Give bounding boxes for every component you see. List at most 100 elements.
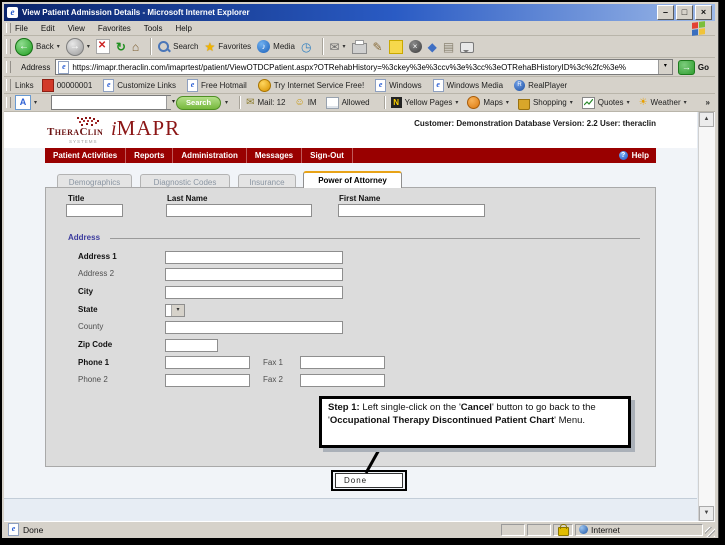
maps-label: Maps	[483, 98, 503, 107]
menu-view[interactable]: View	[68, 24, 85, 33]
search-dropdown-icon[interactable]: ▾	[225, 99, 228, 106]
back-button[interactable]: ← Back ▾	[15, 38, 60, 56]
address-dropdown-button[interactable]: ▾	[658, 60, 672, 74]
county-input[interactable]	[165, 321, 343, 334]
toolbar-grip[interactable]	[6, 39, 11, 54]
toolbar-grip[interactable]	[6, 97, 11, 109]
companion-search-box[interactable]: ▾	[51, 95, 171, 110]
link-patient-id[interactable]: 00000001	[42, 79, 93, 92]
notes-icon	[389, 40, 403, 54]
mail-button[interactable]: ✉ ▾	[329, 41, 345, 53]
menu-file[interactable]: File	[15, 24, 28, 33]
menu-favorites[interactable]: Favorites	[98, 24, 131, 33]
dropdown-icon[interactable]: ▾	[684, 99, 687, 106]
close-button[interactable]: ×	[695, 5, 712, 20]
address1-input[interactable]	[165, 251, 343, 264]
nav-patient-activities[interactable]: Patient Activities	[45, 148, 126, 163]
history-button[interactable]: ◷	[301, 41, 311, 53]
logo-sub: SYSTEMS	[69, 139, 98, 144]
dropdown-icon[interactable]: ▾	[455, 99, 458, 106]
im-button[interactable]: ☺ IM	[294, 97, 316, 109]
msn-button[interactable]: ◆	[428, 41, 437, 53]
fax1-input[interactable]	[300, 356, 385, 369]
nav-messages[interactable]: Messages	[247, 148, 302, 163]
link-try-internet-service[interactable]: Try Internet Service Free!	[258, 79, 364, 92]
zip-input[interactable]	[165, 339, 218, 352]
quotes-button[interactable]: Quotes ▾	[582, 97, 630, 109]
stop-button[interactable]: ✕	[96, 39, 110, 54]
shopping-button[interactable]: Shopping ▾	[518, 96, 573, 110]
menu-edit[interactable]: Edit	[41, 24, 55, 33]
tab-demographics[interactable]: Demographics	[57, 174, 132, 188]
resize-grip[interactable]	[705, 527, 715, 537]
city-input[interactable]	[165, 286, 343, 299]
nav-sign-out[interactable]: Sign-Out	[302, 148, 353, 163]
link-customize-links[interactable]: e Customize Links	[103, 79, 176, 92]
state-select[interactable]: ▾	[165, 304, 185, 317]
menu-help[interactable]: Help	[175, 24, 191, 33]
media-button[interactable]: ♪ Media	[257, 40, 295, 53]
link-realplayer[interactable]: R RealPlayer	[514, 80, 567, 91]
nav-reports[interactable]: Reports	[126, 148, 173, 163]
toolbar-overflow-chevrons[interactable]: »	[706, 98, 710, 107]
yellow-pages-button[interactable]: N Yellow Pages ▾	[391, 97, 459, 108]
minimize-button[interactable]: –	[657, 5, 674, 20]
notes-button[interactable]	[389, 40, 403, 54]
phone1-input[interactable]	[165, 356, 250, 369]
refresh-button[interactable]: ↻	[116, 41, 126, 53]
companion-search-input[interactable]	[52, 96, 166, 109]
scroll-up-button[interactable]: ▲	[699, 112, 714, 127]
font-size-button[interactable]: A ▾	[15, 95, 37, 110]
first-name-input[interactable]	[338, 204, 485, 217]
fax2-input[interactable]	[300, 374, 385, 387]
tab-diagnostic-codes[interactable]: Diagnostic Codes	[140, 174, 230, 188]
toolbar-grip[interactable]	[6, 23, 11, 33]
msn-icon: ◆	[428, 41, 437, 53]
scroll-down-button[interactable]: ▼	[699, 506, 714, 521]
help-button[interactable]: ? Help	[619, 151, 656, 160]
dropdown-icon[interactable]: ▾	[506, 99, 509, 106]
tab-insurance[interactable]: Insurance	[238, 174, 296, 188]
vertical-scrollbar[interactable]: ▲ ▼	[698, 112, 715, 521]
go-button[interactable]: → Go	[678, 60, 709, 75]
link-windows[interactable]: e Windows	[375, 79, 421, 92]
phone2-input[interactable]	[165, 374, 250, 387]
dropdown-icon[interactable]: ▾	[570, 99, 573, 106]
address-input[interactable]: e https://imapr.theraclin.com/imaprtest/…	[55, 59, 673, 75]
imapr-rest: MAPR	[117, 116, 181, 140]
link-free-hotmail[interactable]: e Free Hotmail	[187, 79, 247, 92]
dropdown-icon[interactable]: ▾	[627, 99, 630, 106]
title-input[interactable]	[66, 204, 123, 217]
discuss-button[interactable]	[460, 41, 474, 53]
last-name-input[interactable]	[166, 204, 312, 217]
maps-button[interactable]: Maps ▾	[467, 96, 509, 109]
back-dropdown-icon[interactable]: ▾	[57, 43, 60, 50]
companion-search-button[interactable]: Search	[176, 96, 221, 110]
toolbar-grip[interactable]	[6, 79, 11, 90]
print-button[interactable]	[352, 40, 367, 54]
address2-input[interactable]	[165, 268, 343, 281]
nav-administration[interactable]: Administration	[173, 148, 246, 163]
search-label: Search	[173, 42, 198, 51]
dropdown-icon[interactable]: ▾	[34, 99, 37, 106]
messenger-button[interactable]: ×	[409, 40, 422, 53]
link-windows-media[interactable]: e Windows Media	[433, 79, 503, 92]
forward-dropdown-icon[interactable]: ▾	[87, 43, 90, 50]
mail-status-button[interactable]: ✉ Mail: 12	[246, 97, 285, 109]
research-button[interactable]: ▤	[443, 41, 454, 53]
weather-button[interactable]: ☀ Weather ▾	[639, 97, 687, 109]
address-url-text[interactable]: https://imapr.theraclin.com/imaprtest/pa…	[72, 63, 658, 72]
favorites-button[interactable]: ★ Favorites	[205, 40, 252, 54]
menu-tools[interactable]: Tools	[144, 24, 163, 33]
home-button[interactable]: ⌂	[132, 41, 139, 53]
edit-button[interactable]: ✎	[373, 41, 383, 53]
maximize-button[interactable]: □	[676, 5, 693, 20]
toolbar-grip[interactable]	[6, 61, 11, 74]
tab-power-of-attorney[interactable]: Power of Attorney	[303, 171, 402, 188]
search-button[interactable]: Search	[157, 40, 198, 53]
allowed-button[interactable]: Allowed	[326, 97, 370, 109]
title-bar[interactable]: e View Patient Admission Details - Micro…	[4, 4, 715, 21]
forward-button[interactable]: → ▾	[66, 38, 90, 56]
stop-icon: ✕	[96, 39, 110, 54]
mail-dropdown-icon[interactable]: ▾	[343, 43, 346, 50]
